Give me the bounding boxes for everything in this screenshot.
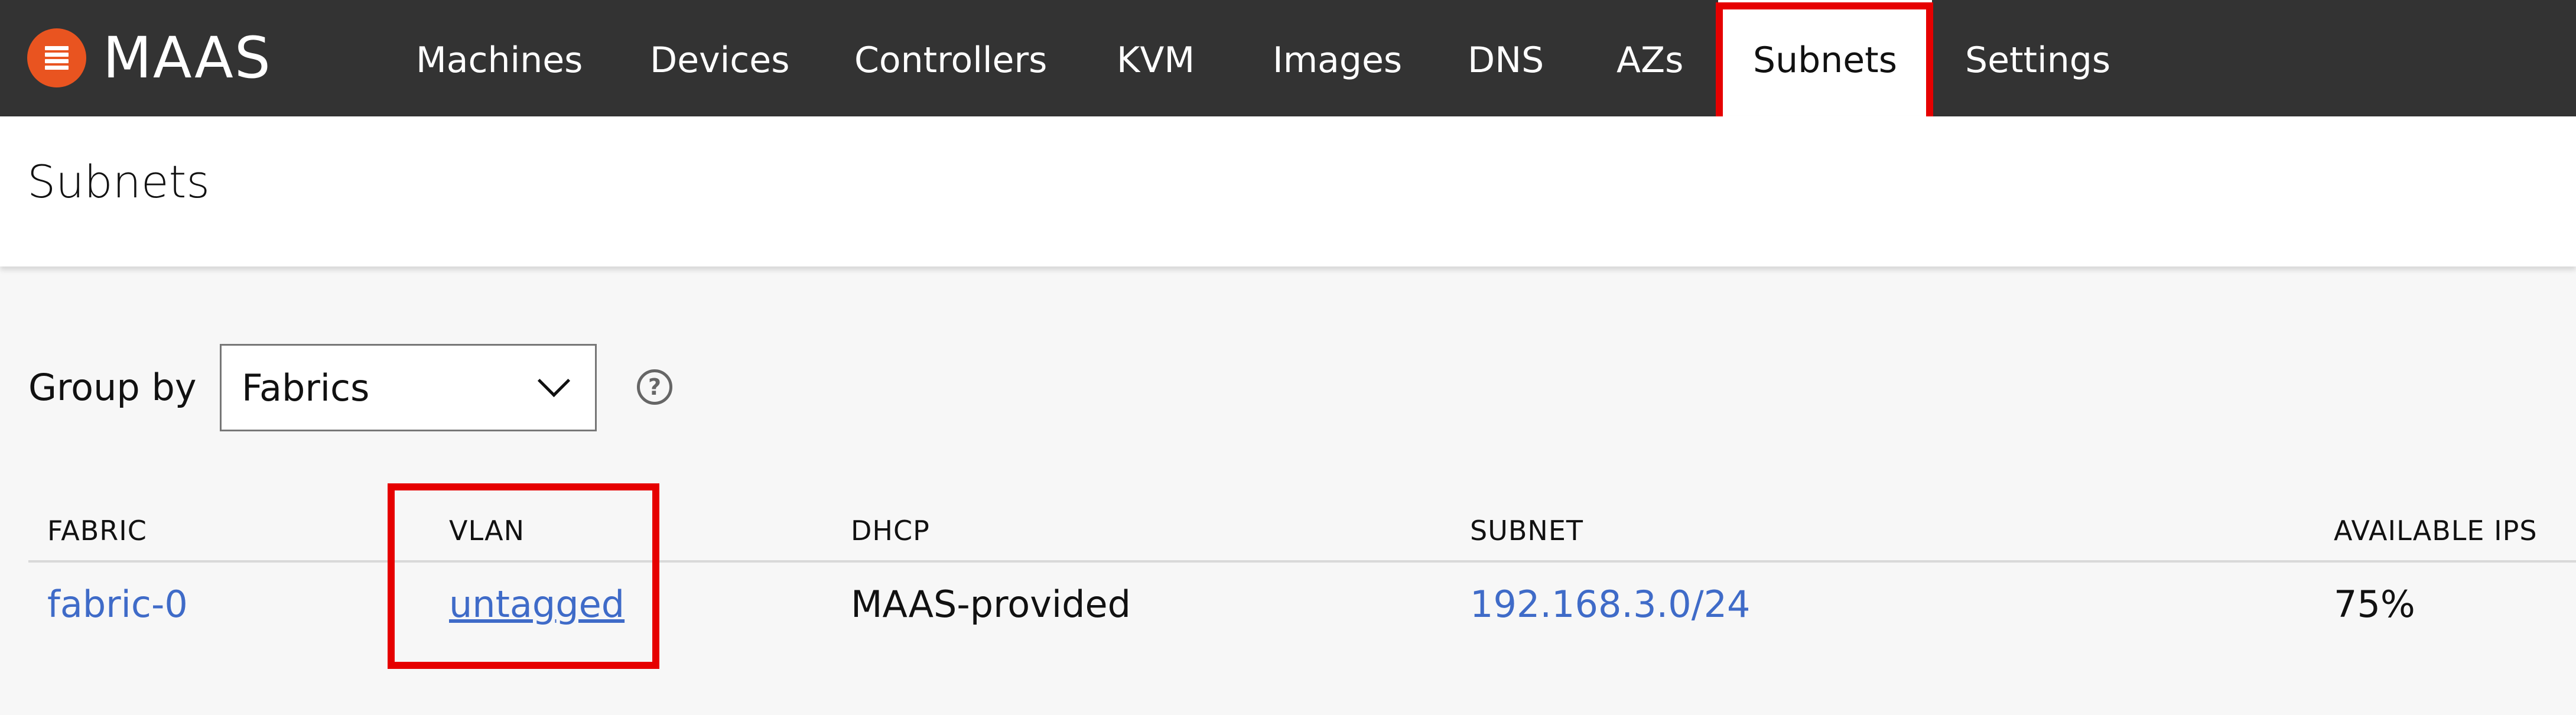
column-header-dhcp: DHCP xyxy=(851,515,930,547)
column-header-available-ips: AVAILABLE IPS xyxy=(2334,515,2538,547)
nav-item-subnets[interactable]: Subnets xyxy=(1718,0,1932,116)
column-header-subnet: SUBNET xyxy=(1470,515,1583,547)
brand-name: MAAS xyxy=(103,25,272,91)
nav-item-devices[interactable]: Devices xyxy=(650,0,789,116)
group-by-select[interactable]: Fabrics xyxy=(220,344,597,431)
nav-item-azs[interactable]: AZs xyxy=(1616,0,1683,116)
question-circle-icon[interactable]: ? xyxy=(637,369,672,405)
annotation-box-vlan-column xyxy=(388,483,659,669)
available-ips-value: 75% xyxy=(2334,583,2415,626)
page-title: Subnets xyxy=(27,155,210,208)
nav-item-images[interactable]: Images xyxy=(1273,0,1402,116)
nav-item-dns[interactable]: DNS xyxy=(1468,0,1544,116)
group-by-label: Group by xyxy=(28,366,197,409)
maas-logo[interactable]: MAAS xyxy=(27,28,272,87)
top-navigation-bar: MAAS Machines Devices Controllers KVM Im… xyxy=(0,0,2576,116)
nav-item-kvm[interactable]: KVM xyxy=(1117,0,1195,116)
vlan-link[interactable]: untagged xyxy=(449,583,625,626)
group-by-selected-value: Fabrics xyxy=(242,366,370,410)
nav-item-settings[interactable]: Settings xyxy=(1965,0,2110,116)
table-header-divider xyxy=(28,560,2576,563)
fabric-link[interactable]: fabric-0 xyxy=(47,583,188,626)
chevron-down-icon xyxy=(537,364,571,398)
dhcp-value: MAAS-provided xyxy=(851,583,1131,626)
nav-item-machines[interactable]: Machines xyxy=(416,0,583,116)
nav-item-controllers[interactable]: Controllers xyxy=(854,0,1047,116)
subnet-link[interactable]: 192.168.3.0/24 xyxy=(1470,583,1750,626)
page-header xyxy=(0,116,2576,266)
column-header-fabric: FABRIC xyxy=(47,515,147,547)
maas-logo-icon xyxy=(27,28,86,87)
column-header-vlan: VLAN xyxy=(449,515,525,547)
